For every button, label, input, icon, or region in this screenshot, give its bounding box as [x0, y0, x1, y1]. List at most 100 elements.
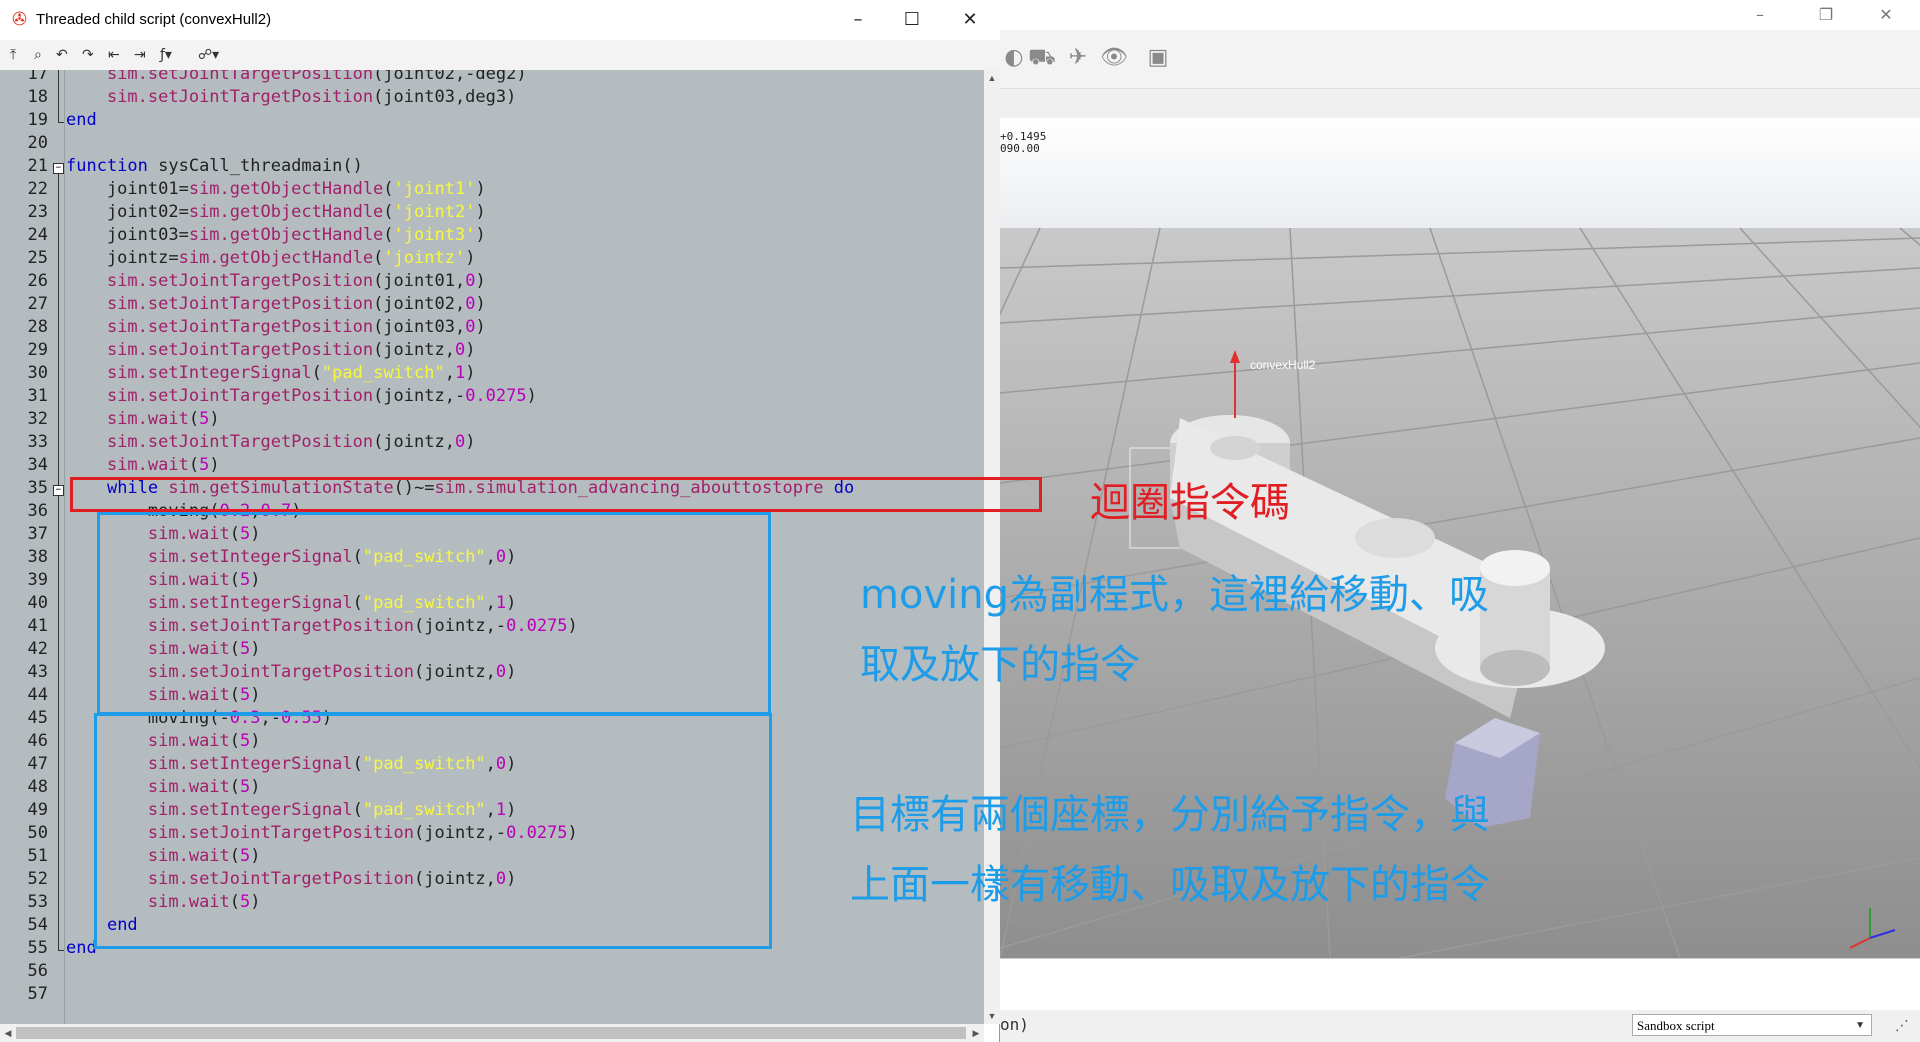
undo-icon[interactable]: ↶ [56, 45, 68, 65]
code-line[interactable]: sim.setJointTargetPosition(joint01,0) [66, 271, 486, 291]
code-token: ( [188, 455, 200, 475]
function-list-icon[interactable]: ƒ▾ [160, 45, 172, 65]
line-number: 45 [27, 708, 48, 728]
command-line-fragment[interactable]: on) [1000, 1015, 1029, 1034]
code-token: "pad_switch" [321, 363, 445, 383]
vehicle-icon[interactable]: ⛟ [1028, 44, 1056, 72]
maximize-icon[interactable]: ☐ [890, 6, 934, 34]
code-line[interactable]: function sysCall_threadmain() [66, 156, 363, 176]
scroll-right-icon[interactable]: ▶ [968, 1024, 984, 1042]
line-number: 34 [27, 455, 48, 475]
code-line[interactable]: sim.setJointTargetPosition(jointz,0) [66, 340, 476, 360]
horizontal-scrollbar[interactable]: ◀ ▶ [0, 1024, 984, 1042]
code-line[interactable]: end [66, 938, 97, 958]
editor-title: Threaded child script (convexHull2) [36, 11, 272, 28]
code-line[interactable]: sim.setJointTargetPosition(joint03,0) [66, 317, 486, 337]
code-token: ) [475, 294, 486, 314]
code-token: ) [475, 179, 486, 199]
loop-highlight-box [70, 477, 1042, 512]
script-selector[interactable]: Sandbox script ▼ [1632, 1014, 1872, 1036]
line-number-gutter: 17 18 19 20 21 22 23 24 25 26 27 28 29 30 31 32 33 34 35 36… [0, 70, 65, 1024]
code-line[interactable]: sim.setJointTargetPosition(jointz,-0.027… [66, 386, 537, 406]
line-number: 24 [27, 225, 48, 245]
line-number: 25 [27, 248, 48, 268]
code-line[interactable]: jointz=sim.getObjectHandle('jointz') [66, 248, 476, 268]
code-line[interactable]: joint03=sim.getObjectHandle('joint3') [66, 225, 486, 245]
code-token: 0 [465, 294, 476, 314]
line-number: 38 [27, 547, 48, 567]
code-token: ( [383, 179, 394, 199]
line-number: 55 [27, 938, 48, 958]
code-token: sim.getObjectHandle [178, 248, 374, 268]
eye-icon[interactable]: 👁 [1100, 44, 1128, 72]
line-number: 49 [27, 800, 48, 820]
line-number: 40 [27, 593, 48, 613]
code-token: 0.0275 [465, 386, 527, 406]
code-token: end [66, 110, 97, 130]
redo-icon[interactable]: ↷ [82, 45, 94, 65]
code-line[interactable]: end [66, 110, 97, 130]
code-token: 'joint1' [393, 179, 476, 199]
code-line[interactable]: sim.wait(5) [66, 409, 220, 429]
code-token: , [444, 363, 455, 383]
code-line[interactable]: sim.setJointTargetPosition(joint02,0) [66, 294, 486, 314]
line-number: 46 [27, 731, 48, 751]
line-number: 27 [27, 294, 48, 314]
code-token: sim.setJointTargetPosition [106, 317, 374, 337]
scrollbar-thumb[interactable] [16, 1027, 966, 1039]
fold-end [58, 950, 64, 951]
search-icon[interactable]: ⌕ [34, 45, 42, 65]
minimize-icon[interactable]: – [836, 6, 880, 34]
code-token: ) [209, 455, 220, 475]
code-token: sim.setJointTargetPosition [106, 70, 374, 84]
code-line[interactable]: sim.setJointTargetPosition(jointz,0) [66, 432, 476, 452]
rotate-view-icon[interactable]: ◐ [1000, 44, 1028, 72]
code-line[interactable]: sim.setIntegerSignal("pad_switch",1) [66, 363, 476, 383]
code-line[interactable]: sim.wait(5) [66, 455, 220, 475]
code-token: ( [311, 363, 322, 383]
fold-toggle-icon[interactable]: − [53, 485, 64, 496]
fold-toggle-icon[interactable]: − [53, 163, 64, 174]
scroll-left-icon[interactable]: ◀ [0, 1024, 16, 1042]
code-token: ) [465, 432, 476, 452]
editor-toolbar: ⤒ ⌕ ↶ ↷ ⇤ ⇥ ƒ▾ ☍▾ [0, 40, 1000, 71]
code-token: sim.wait [106, 409, 189, 429]
apply-icon[interactable]: ⤒ [10, 45, 16, 65]
line-number: 47 [27, 754, 48, 774]
line-number: 23 [27, 202, 48, 222]
code-token: 'joint3' [393, 225, 476, 245]
code-line[interactable]: sim.setJointTargetPosition(joint03,deg3) [66, 87, 516, 107]
line-number: 30 [27, 363, 48, 383]
close-icon[interactable]: ✕ [948, 6, 992, 34]
scroll-down-icon[interactable]: ▼ [984, 1008, 1000, 1024]
code-token: joint03= [66, 225, 189, 245]
move1-annotation-line2: 取及放下的指令 [860, 642, 1140, 688]
line-number: 42 [27, 639, 48, 659]
indent-icon[interactable]: ⇤ [108, 45, 120, 65]
line-number: 19 [27, 110, 48, 130]
code-line[interactable]: joint01=sim.getObjectHandle('joint1') [66, 179, 486, 199]
line-number: 36 [27, 501, 48, 521]
code-token: (joint03,deg3) [373, 87, 517, 107]
code-token: sim.setIntegerSignal [106, 363, 312, 383]
layers-icon[interactable]: ▣ [1144, 44, 1172, 72]
resize-grip-icon[interactable]: ⋰ [1895, 1018, 1909, 1034]
code-token: sim.getObjectHandle [188, 202, 384, 222]
code-token: sim.getObjectHandle [188, 179, 384, 199]
code-line[interactable]: sim.setJointTargetPosition(joint02,-deg2… [66, 70, 527, 84]
restore-icon[interactable]: ❐ [1806, 4, 1846, 26]
scroll-up-icon[interactable]: ▲ [984, 70, 1000, 86]
snippets-icon[interactable]: ☍▾ [198, 45, 219, 65]
code-line[interactable]: joint02=sim.getObjectHandle('joint2') [66, 202, 486, 222]
code-token: jointz= [66, 248, 179, 268]
close-icon[interactable]: ✕ [1866, 4, 1906, 26]
unindent-icon[interactable]: ⇥ [134, 45, 146, 65]
line-number: 41 [27, 616, 48, 636]
line-number: 43 [27, 662, 48, 682]
robot-icon[interactable]: ✈ [1064, 44, 1092, 72]
minimize-icon[interactable]: – [1740, 4, 1780, 26]
code-token: joint02= [66, 202, 189, 222]
